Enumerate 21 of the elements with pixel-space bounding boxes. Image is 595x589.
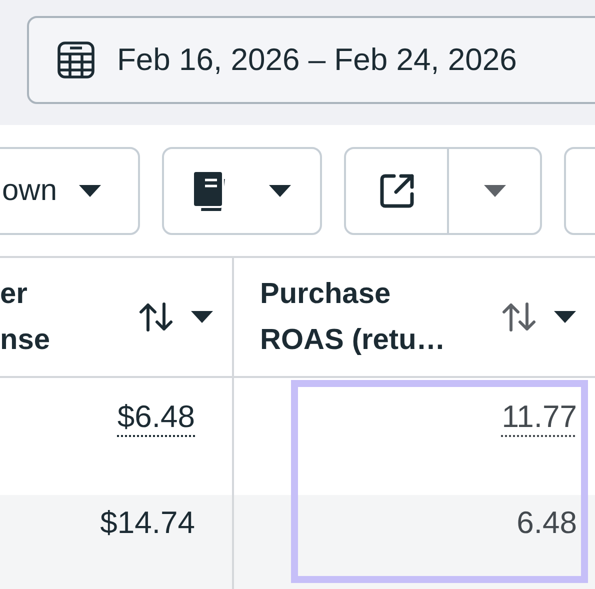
table-cell[interactable]: 11.77 xyxy=(502,394,577,440)
caret-icon xyxy=(553,310,577,324)
sort-icon[interactable] xyxy=(138,302,174,332)
caret-icon xyxy=(78,184,102,198)
caret-icon xyxy=(268,184,292,198)
breakdown-dropdown[interactable]: own xyxy=(0,146,140,234)
table-cell-text: 6.48 xyxy=(516,504,577,542)
date-range-button[interactable]: Feb 16, 2026 – Feb 24, 2026 xyxy=(27,16,595,104)
external-link-icon xyxy=(378,172,414,208)
sort-icon[interactable] xyxy=(501,302,537,332)
export-split-button[interactable] xyxy=(344,146,542,234)
column-title: er nse xyxy=(0,277,50,358)
calendar-icon xyxy=(57,41,95,79)
table-cell[interactable]: $6.48 xyxy=(117,394,195,440)
column-header[interactable]: er nse xyxy=(0,258,234,376)
caret-icon xyxy=(482,184,506,198)
column-header[interactable]: Purchase ROAS (retu… xyxy=(234,258,595,376)
caret-icon xyxy=(190,310,214,324)
column-title: Purchase ROAS (retu… xyxy=(260,277,446,358)
reports-dropdown[interactable] xyxy=(162,146,322,234)
table-cell-text: $14.74 xyxy=(100,504,195,542)
